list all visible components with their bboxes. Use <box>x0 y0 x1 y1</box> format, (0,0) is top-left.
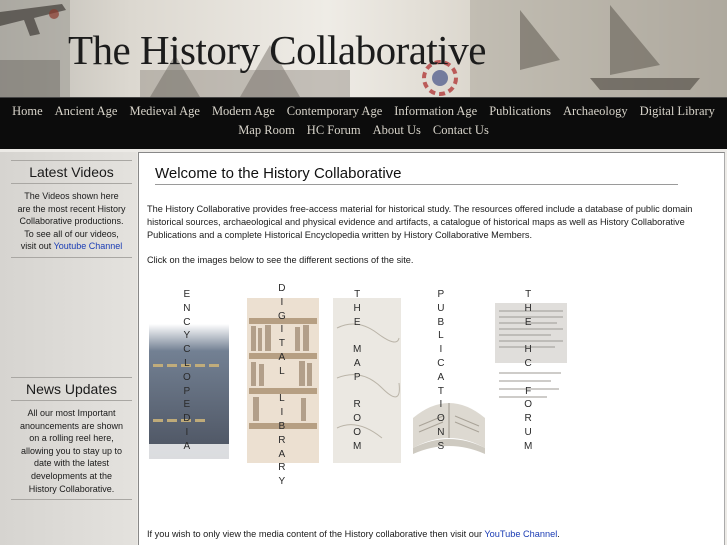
title-divider <box>155 184 678 185</box>
footer-period: . <box>557 529 560 539</box>
map-room-label: THE MAP ROOM <box>353 289 362 452</box>
site-title: The History Collaborative <box>68 27 486 73</box>
footer-youtube-link[interactable]: YouTube Channel <box>484 529 557 539</box>
news-updates-panel: News Updates All our most Important anou… <box>11 377 132 501</box>
nav-information-age[interactable]: Information Age <box>388 104 483 119</box>
latest-videos-panel: Latest Videos The Videos shown here are … <box>11 160 132 258</box>
news-updates-heading: News Updates <box>11 377 132 401</box>
section-digital-library[interactable]: DIGITAL LIBRARY <box>243 283 323 487</box>
nav-row-1: Home Ancient Age Medieval Age Modern Age… <box>0 104 727 119</box>
nav-home[interactable]: Home <box>6 104 49 119</box>
main-nav: Home Ancient Age Medieval Age Modern Age… <box>0 97 727 149</box>
section-publications[interactable]: PUBLICATIONS <box>409 288 489 468</box>
nav-about-us[interactable]: About Us <box>367 123 427 138</box>
latest-videos-heading: Latest Videos <box>11 160 132 184</box>
nav-contact-us[interactable]: Contact Us <box>427 123 495 138</box>
section-hc-forum[interactable]: THE HC FORUM <box>491 288 571 468</box>
intro-paragraph: The History Collaborative provides free-… <box>147 204 693 240</box>
open-book-icon <box>413 403 485 454</box>
nav-hc-forum[interactable]: HC Forum <box>301 123 367 138</box>
publications-label: PUBLICATIONS <box>437 289 445 452</box>
map-icon <box>333 298 401 463</box>
nav-publications[interactable]: Publications <box>483 104 557 119</box>
section-encyclopedia[interactable]: ENCYCLOPEDIA <box>149 288 229 468</box>
site-banner: The History Collaborative <box>0 0 727 97</box>
encyclopedia-label: ENCYCLOPEDIA <box>183 289 191 452</box>
section-map-room[interactable]: THE MAP ROOM <box>327 288 407 468</box>
instruction-text: Click on the images below to see the dif… <box>147 255 414 265</box>
footer-text: If you wish to only view the media conte… <box>147 528 717 541</box>
footer-description: If you wish to only view the media conte… <box>147 529 482 539</box>
nav-medieval-age[interactable]: Medieval Age <box>123 104 205 119</box>
left-sidebar: Latest Videos The Videos shown here are … <box>0 152 137 545</box>
nav-contemporary-age[interactable]: Contemporary Age <box>281 104 388 119</box>
hc-forum-label: THE HC FORUM <box>524 289 533 452</box>
digital-library-label: DIGITAL LIBRARY <box>278 283 286 488</box>
nav-digital-library[interactable]: Digital Library <box>634 104 721 119</box>
news-updates-text: All our most Important anouncements are … <box>11 401 132 501</box>
nav-ancient-age[interactable]: Ancient Age <box>49 104 124 119</box>
page-title: Welcome to the History Collaborative <box>155 165 402 182</box>
latest-videos-text: The Videos shown here are the most recen… <box>11 184 132 258</box>
nav-map-room[interactable]: Map Room <box>232 123 301 138</box>
main-content: Welcome to the History Collaborative The… <box>138 152 725 545</box>
youtube-channel-link[interactable]: Youtube Channel <box>54 241 123 251</box>
nav-modern-age[interactable]: Modern Age <box>206 104 281 119</box>
nav-row-2: Map Room HC Forum About Us Contact Us <box>0 123 727 138</box>
nav-archaeology[interactable]: Archaeology <box>557 104 634 119</box>
